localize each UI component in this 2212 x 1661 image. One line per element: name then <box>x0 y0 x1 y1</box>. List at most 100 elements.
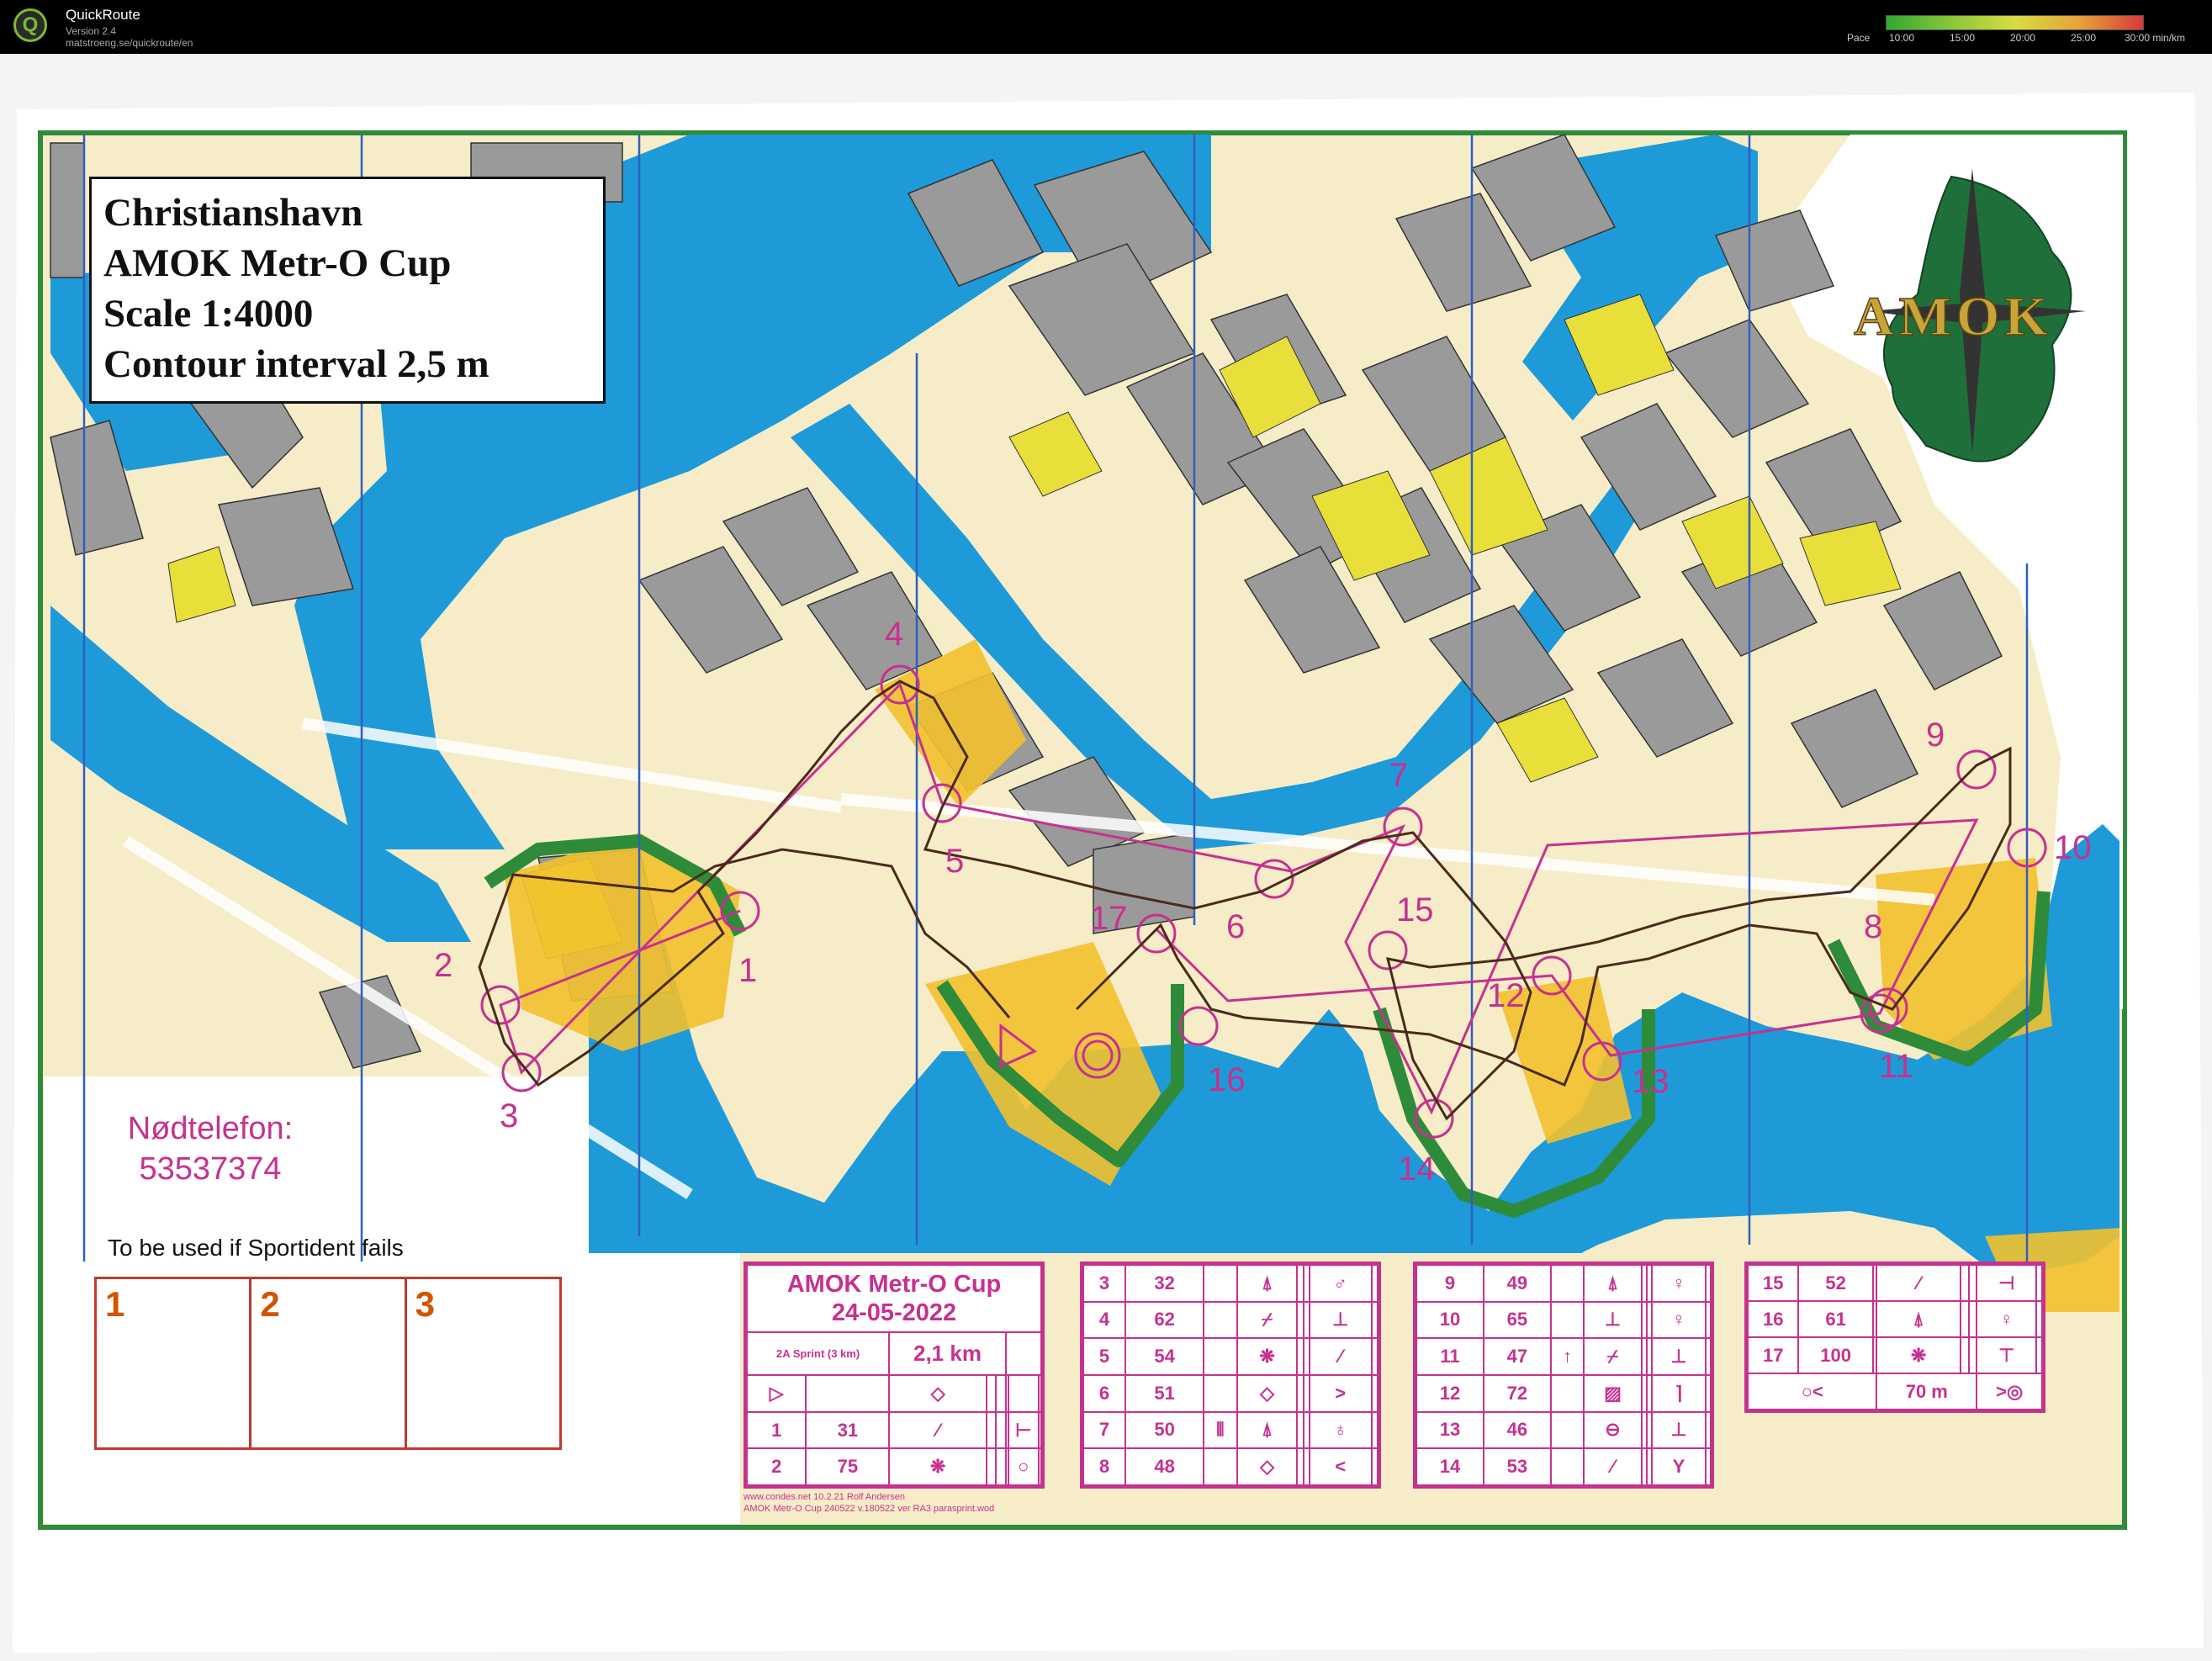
feature-icon: ⊥ <box>1583 1300 1643 1340</box>
feature-icon: ⁄ <box>1876 1264 1961 1302</box>
amok-logo-text: AMOK <box>1854 286 2053 347</box>
control-number: 9 <box>1926 717 1945 754</box>
control-number: 7 <box>1389 757 1409 794</box>
app-url[interactable]: matstroeng.se/quickroute/en <box>66 37 193 49</box>
control-number: 3 <box>500 1098 519 1135</box>
location-icon: ⊥ <box>1650 1337 1707 1376</box>
control-code: 65 <box>1482 1300 1552 1340</box>
control-descriptions-block: 3 32 ⍋ ♂ 4 62 ⌿ ⊥ 5 54 ❋ ⁄ 6 51 ◇ > 7 50 ⫴ ⍋ ♁ 8 48 ◇ < <box>1080 1262 1381 1489</box>
backup-box: 1 <box>97 1279 252 1447</box>
backup-punch-boxes: 1 2 3 <box>94 1277 562 1450</box>
location-icon: ♀ <box>1976 1300 2038 1338</box>
location-icon: ⊤ <box>1976 1336 2038 1374</box>
start-feature-icon: ◇ <box>888 1374 988 1413</box>
sportident-note: To be used if Sportident fails <box>108 1235 404 1261</box>
location-icon: ⊢ <box>1008 1410 1040 1450</box>
control-code: 51 <box>1125 1373 1205 1413</box>
control-number: 8 <box>1864 908 1883 945</box>
pace-tick: 30:00 min/km <box>2125 32 2186 44</box>
course-length: 2,1 km <box>888 1330 1007 1377</box>
pace-tick: 15:00 <box>1950 32 1976 44</box>
control-number: 5 <box>945 843 965 880</box>
control-seq: 12 <box>1416 1373 1484 1413</box>
map-title-box: Christianshavn AMOK Metr-O Cup Scale 1:4… <box>89 177 606 404</box>
control-code: 49 <box>1482 1264 1552 1303</box>
feature-icon: ▨ <box>1583 1373 1643 1413</box>
feature-icon: ⌿ <box>1583 1337 1643 1376</box>
descriptions-footer: www.condes.net 10.2.21 Rolf Andersen <box>744 1492 906 1502</box>
feature-icon: ❋ <box>888 1447 988 1486</box>
app-title: QuickRoute <box>66 7 140 23</box>
map-contour: Contour interval 2,5 m <box>103 342 489 386</box>
location-icon: ⌉ <box>1650 1373 1707 1413</box>
control-seq: 3 <box>1082 1264 1127 1303</box>
feature-icon: ❋ <box>1876 1336 1961 1374</box>
location-icon: > <box>1308 1373 1373 1413</box>
control-seq: 15 <box>1746 1264 1800 1302</box>
event-title-cell: AMOK Metr-O Cup 24-05-2022 <box>746 1264 1042 1333</box>
pace-tick: 20:00 <box>2010 32 2036 44</box>
control-seq: 7 <box>1082 1410 1127 1450</box>
feature-icon: ⁄ <box>1583 1447 1643 1486</box>
feature-icon: ⍋ <box>1236 1410 1299 1450</box>
location-icon: ○ <box>1008 1447 1040 1486</box>
control-code: 52 <box>1797 1264 1874 1302</box>
feature-icon: ⌿ <box>1236 1300 1299 1340</box>
location-icon: ♁ <box>1308 1410 1373 1450</box>
control-code: 32 <box>1125 1264 1205 1303</box>
control-descriptions-header: AMOK Metr-O Cup 24-05-2022 2A Sprint (3 k… <box>744 1262 1045 1489</box>
pace-color-scale <box>1886 15 2144 30</box>
control-seq: 2 <box>745 1447 807 1486</box>
control-seq: 5 <box>1082 1337 1127 1376</box>
control-code: 53 <box>1482 1447 1552 1486</box>
control-seq: 16 <box>1746 1300 1800 1338</box>
control-seq: 1 <box>745 1410 807 1450</box>
feature-icon: ⁄ <box>888 1410 988 1450</box>
control-number: 6 <box>1226 908 1246 945</box>
feature-icon: ❋ <box>1236 1337 1299 1376</box>
control-number: 4 <box>885 616 904 653</box>
emergency-info: Nødtelefon: 53537374 <box>101 1108 320 1189</box>
control-seq: 13 <box>1416 1410 1484 1450</box>
location-icon: < <box>1308 1447 1373 1486</box>
finish-start-icon: ○< <box>1746 1373 1878 1410</box>
app-header: Q QuickRoute Version 2.4 matstroeng.se/q… <box>0 0 2212 54</box>
control-seq: 9 <box>1416 1264 1484 1303</box>
location-icon: Y <box>1650 1447 1707 1486</box>
control-number: 16 <box>1208 1061 1246 1098</box>
pace-tick: 25:00 <box>2071 32 2097 44</box>
control-seq: 17 <box>1746 1336 1800 1374</box>
control-number: 12 <box>1487 977 1525 1014</box>
map-title: Christianshavn <box>103 191 363 235</box>
event-name: AMOK Metr-O Cup <box>786 1271 1002 1298</box>
location-icon: ⊣ <box>1976 1264 2038 1302</box>
location-icon: ♀ <box>1650 1264 1707 1303</box>
control-number: 17 <box>1090 900 1128 937</box>
feature-icon: ◇ <box>1236 1373 1299 1413</box>
feature-icon: ⊖ <box>1583 1410 1643 1450</box>
control-seq: 14 <box>1416 1447 1484 1486</box>
control-code: 48 <box>1125 1447 1205 1486</box>
control-code: 46 <box>1482 1410 1552 1450</box>
location-icon: ⊥ <box>1308 1300 1373 1340</box>
emergency-number: 53537374 <box>139 1151 282 1187</box>
location-icon: ♂ <box>1308 1264 1373 1303</box>
control-code: 50 <box>1125 1410 1205 1450</box>
control-code: 47 <box>1482 1337 1552 1376</box>
backup-box: 2 <box>251 1279 407 1447</box>
control-descriptions-block: 15 52 ⁄ ⊣ 16 61 ⍋ ♀ 17 100 ❋ ⊤ ○< 70 m >◎ <box>1744 1262 2045 1413</box>
control-number: 13 <box>1632 1063 1670 1100</box>
feature-icon: ⍋ <box>1876 1300 1961 1338</box>
feature-icon: ⍋ <box>1583 1264 1643 1303</box>
feature-icon: ◇ <box>1236 1447 1299 1486</box>
control-code: 75 <box>805 1447 891 1486</box>
location-icon: ♀ <box>1650 1300 1707 1340</box>
control-descriptions-block: 9 49 ⍋ ♀ 10 65 ⊥ ♀ 11 47 ↑ ⌿ ⊥ 12 72 ▨ ⌉ 13 46 ⊖ ⊥ 14 53 ⁄… <box>1413 1262 1714 1489</box>
feature-icon: ⍋ <box>1236 1264 1299 1303</box>
control-seq: 6 <box>1082 1373 1127 1413</box>
control-number: 2 <box>434 947 453 984</box>
control-number: 14 <box>1398 1151 1436 1188</box>
course-name: 2A Sprint (3 km) <box>745 1330 891 1377</box>
control-seq: 8 <box>1082 1447 1127 1486</box>
location-icon: ⊥ <box>1650 1410 1707 1450</box>
